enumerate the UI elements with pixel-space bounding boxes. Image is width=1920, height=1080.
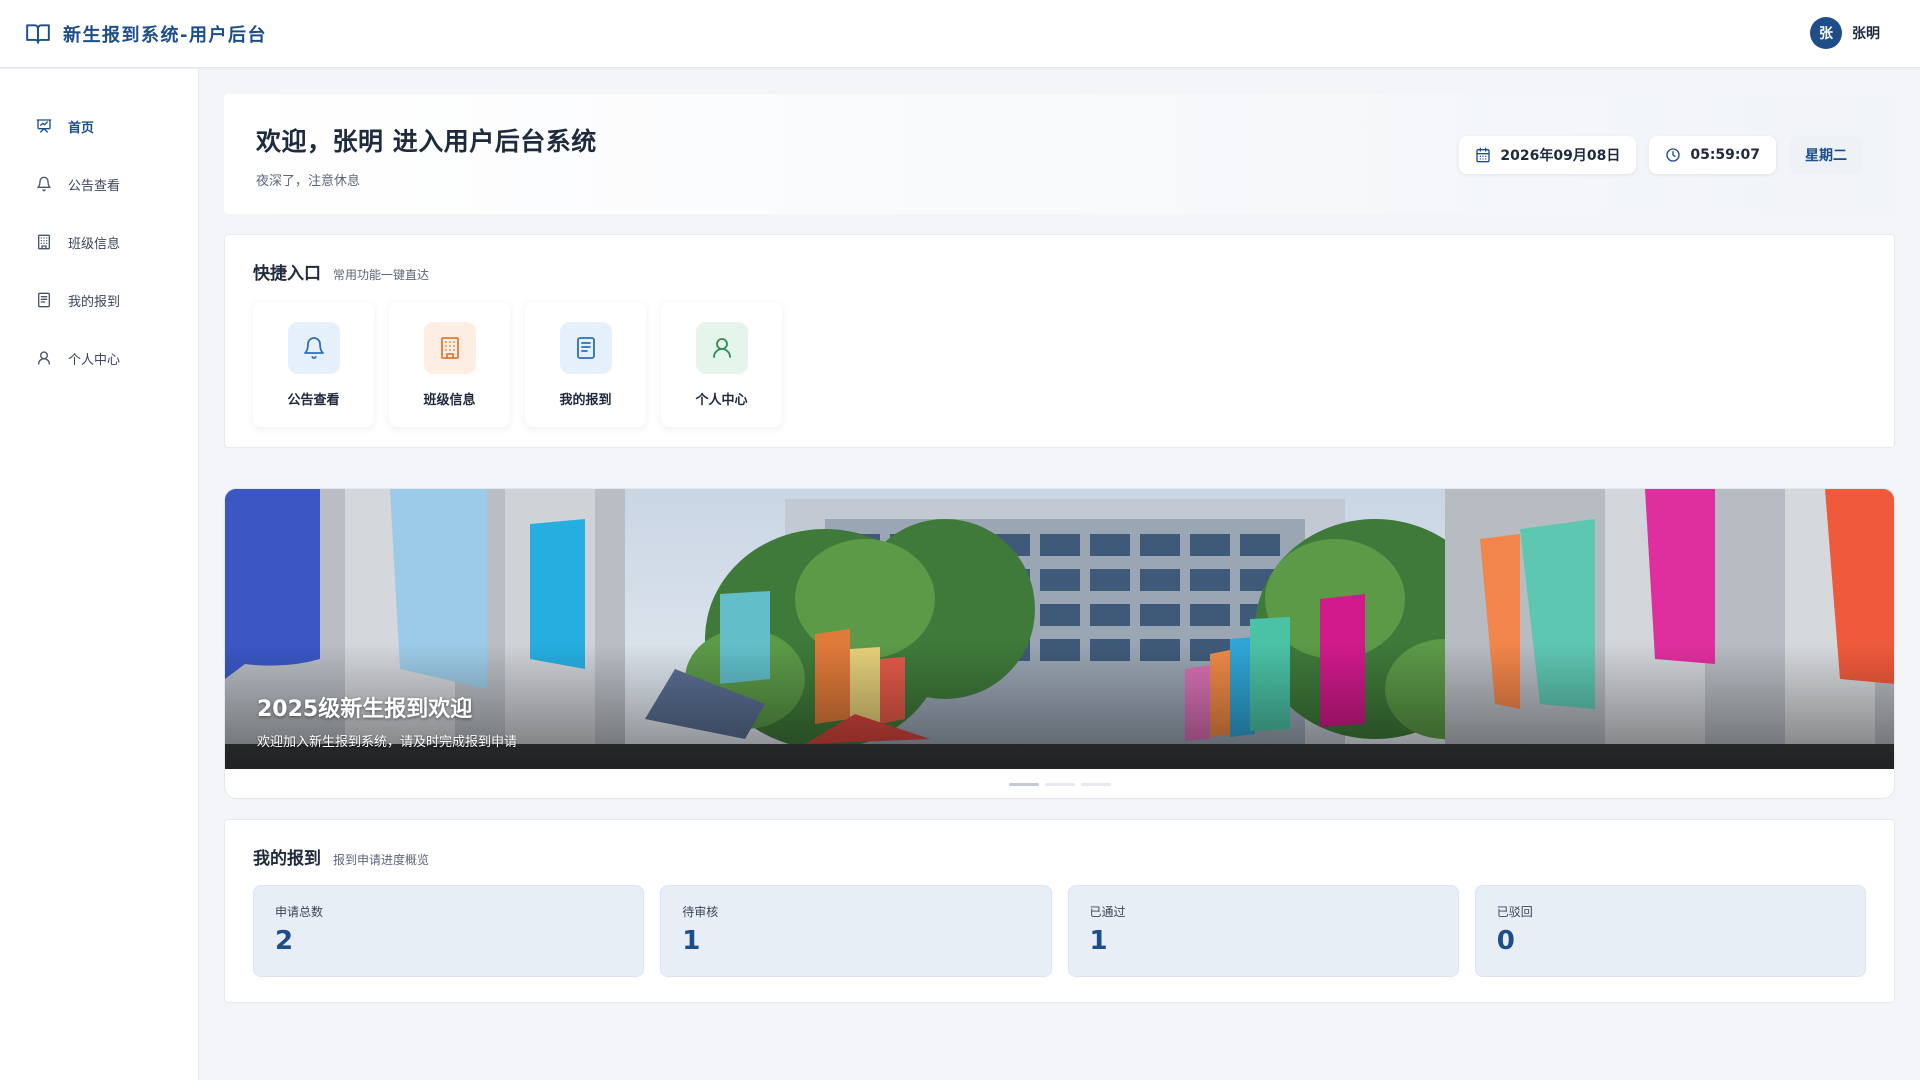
calendar-icon [1475,147,1491,163]
stat-label: 待审核 [682,905,719,919]
datetime-chips: 2026年09月08日 05:59:07 星期二 [1459,136,1863,174]
banner-title: 2025级新生报到欢迎 [257,697,473,722]
section-title: 快捷入口 [253,264,321,284]
presentation-icon [36,118,52,134]
time-chip: 05:59:07 [1649,136,1776,174]
stat-label: 已通过 [1089,905,1126,919]
sidebar-item-class-info[interactable]: 班级信息 [0,213,198,271]
weekday-text: 星期二 [1805,148,1847,164]
stat-card-approved: 已通过 1 [1067,885,1459,977]
quick-entry-card: 快捷入口 常用功能一键直达 公告查看 班级信息 我的报到 个人中心 [224,234,1895,448]
stat-value: 2 [275,926,294,956]
carousel-dot[interactable] [1008,783,1039,786]
sidebar-item-profile[interactable]: 个人中心 [0,329,198,387]
sidebar-item-announcements[interactable]: 公告查看 [0,155,198,213]
banner-carousel[interactable]: 2025级新生报到欢迎 欢迎加入新生报到系统，请及时完成报到申请 [224,488,1895,799]
date-chip: 2026年09月08日 [1459,136,1637,174]
stat-grid: 申请总数 2 待审核 1 已通过 1 已驳回 0 [253,885,1866,977]
stat-label: 申请总数 [275,905,324,919]
app-title: 新生报到系统-用户后台 [63,24,267,46]
carousel-indicators [225,783,1894,786]
quick-entry-announcements[interactable]: 公告查看 [253,302,374,427]
user-icon [695,322,748,374]
document-icon [559,322,612,374]
section-subtitle: 报到申请进度概览 [333,853,430,867]
top-header: 新生报到系统-用户后台 张 张明 [0,0,1920,68]
quick-entry-label: 我的报到 [559,393,612,408]
sidebar-item-label: 公告查看 [68,178,121,194]
stat-value: 1 [1089,926,1108,956]
quick-entry-profile[interactable]: 个人中心 [661,302,782,427]
avatar[interactable]: 张 [1810,17,1842,49]
quick-entry-class-info[interactable]: 班级信息 [389,302,510,427]
quick-entry-my-registration[interactable]: 我的报到 [525,302,646,427]
carousel-dot[interactable] [1080,783,1111,786]
section-subtitle: 常用功能一键直达 [333,268,430,282]
sidebar: 首页 公告查看 班级信息 我的报到 个人中心 [0,69,199,1080]
building-icon [36,234,52,250]
stat-label: 已驳回 [1496,905,1533,919]
weekday-chip: 星期二 [1789,136,1863,174]
stat-card-rejected: 已驳回 0 [1474,885,1866,977]
sidebar-item-label: 首页 [68,120,95,136]
stat-card-total: 申请总数 2 [253,885,645,977]
book-icon [25,21,51,47]
welcome-panel: 欢迎，张明 进入用户后台系统 夜深了，注意休息 2026年09月08日 05:5… [224,94,1895,214]
document-icon [36,292,52,308]
carousel-dot[interactable] [1044,783,1075,786]
stat-value: 1 [682,926,701,956]
section-title: 我的报到 [253,849,321,869]
sidebar-item-label: 我的报到 [68,294,121,310]
sidebar-item-my-registration[interactable]: 我的报到 [0,271,198,329]
bell-icon [287,322,340,374]
sidebar-item-home[interactable]: 首页 [0,97,198,155]
clock-icon [1665,147,1681,163]
banner-description: 欢迎加入新生报到系统，请及时完成报到申请 [257,735,518,750]
registration-stats-card: 我的报到 报到申请进度概览 申请总数 2 待审核 1 已通过 1 已驳回 0 [224,819,1895,1003]
quick-entry-grid: 公告查看 班级信息 我的报到 个人中心 [253,302,1866,427]
time-text: 05:59:07 [1690,147,1760,163]
quick-entry-label: 公告查看 [287,393,340,408]
banner-caption: 2025级新生报到欢迎 欢迎加入新生报到系统，请及时完成报到申请 [257,691,517,750]
sidebar-item-label: 班级信息 [68,236,121,252]
stat-value: 0 [1496,926,1515,956]
quick-entry-label: 个人中心 [695,393,748,408]
quick-entry-label: 班级信息 [423,393,476,408]
user-menu[interactable]: 张 张明 [1810,17,1880,49]
building-icon [423,322,476,374]
date-text: 2026年09月08日 [1500,148,1621,164]
stat-card-pending: 待审核 1 [660,885,1052,977]
main-content: 欢迎，张明 进入用户后台系统 夜深了，注意休息 2026年09月08日 05:5… [224,94,1895,1003]
user-icon [36,350,52,366]
bell-icon [36,176,52,192]
user-name[interactable]: 张明 [1852,23,1880,43]
sidebar-item-label: 个人中心 [68,352,121,368]
